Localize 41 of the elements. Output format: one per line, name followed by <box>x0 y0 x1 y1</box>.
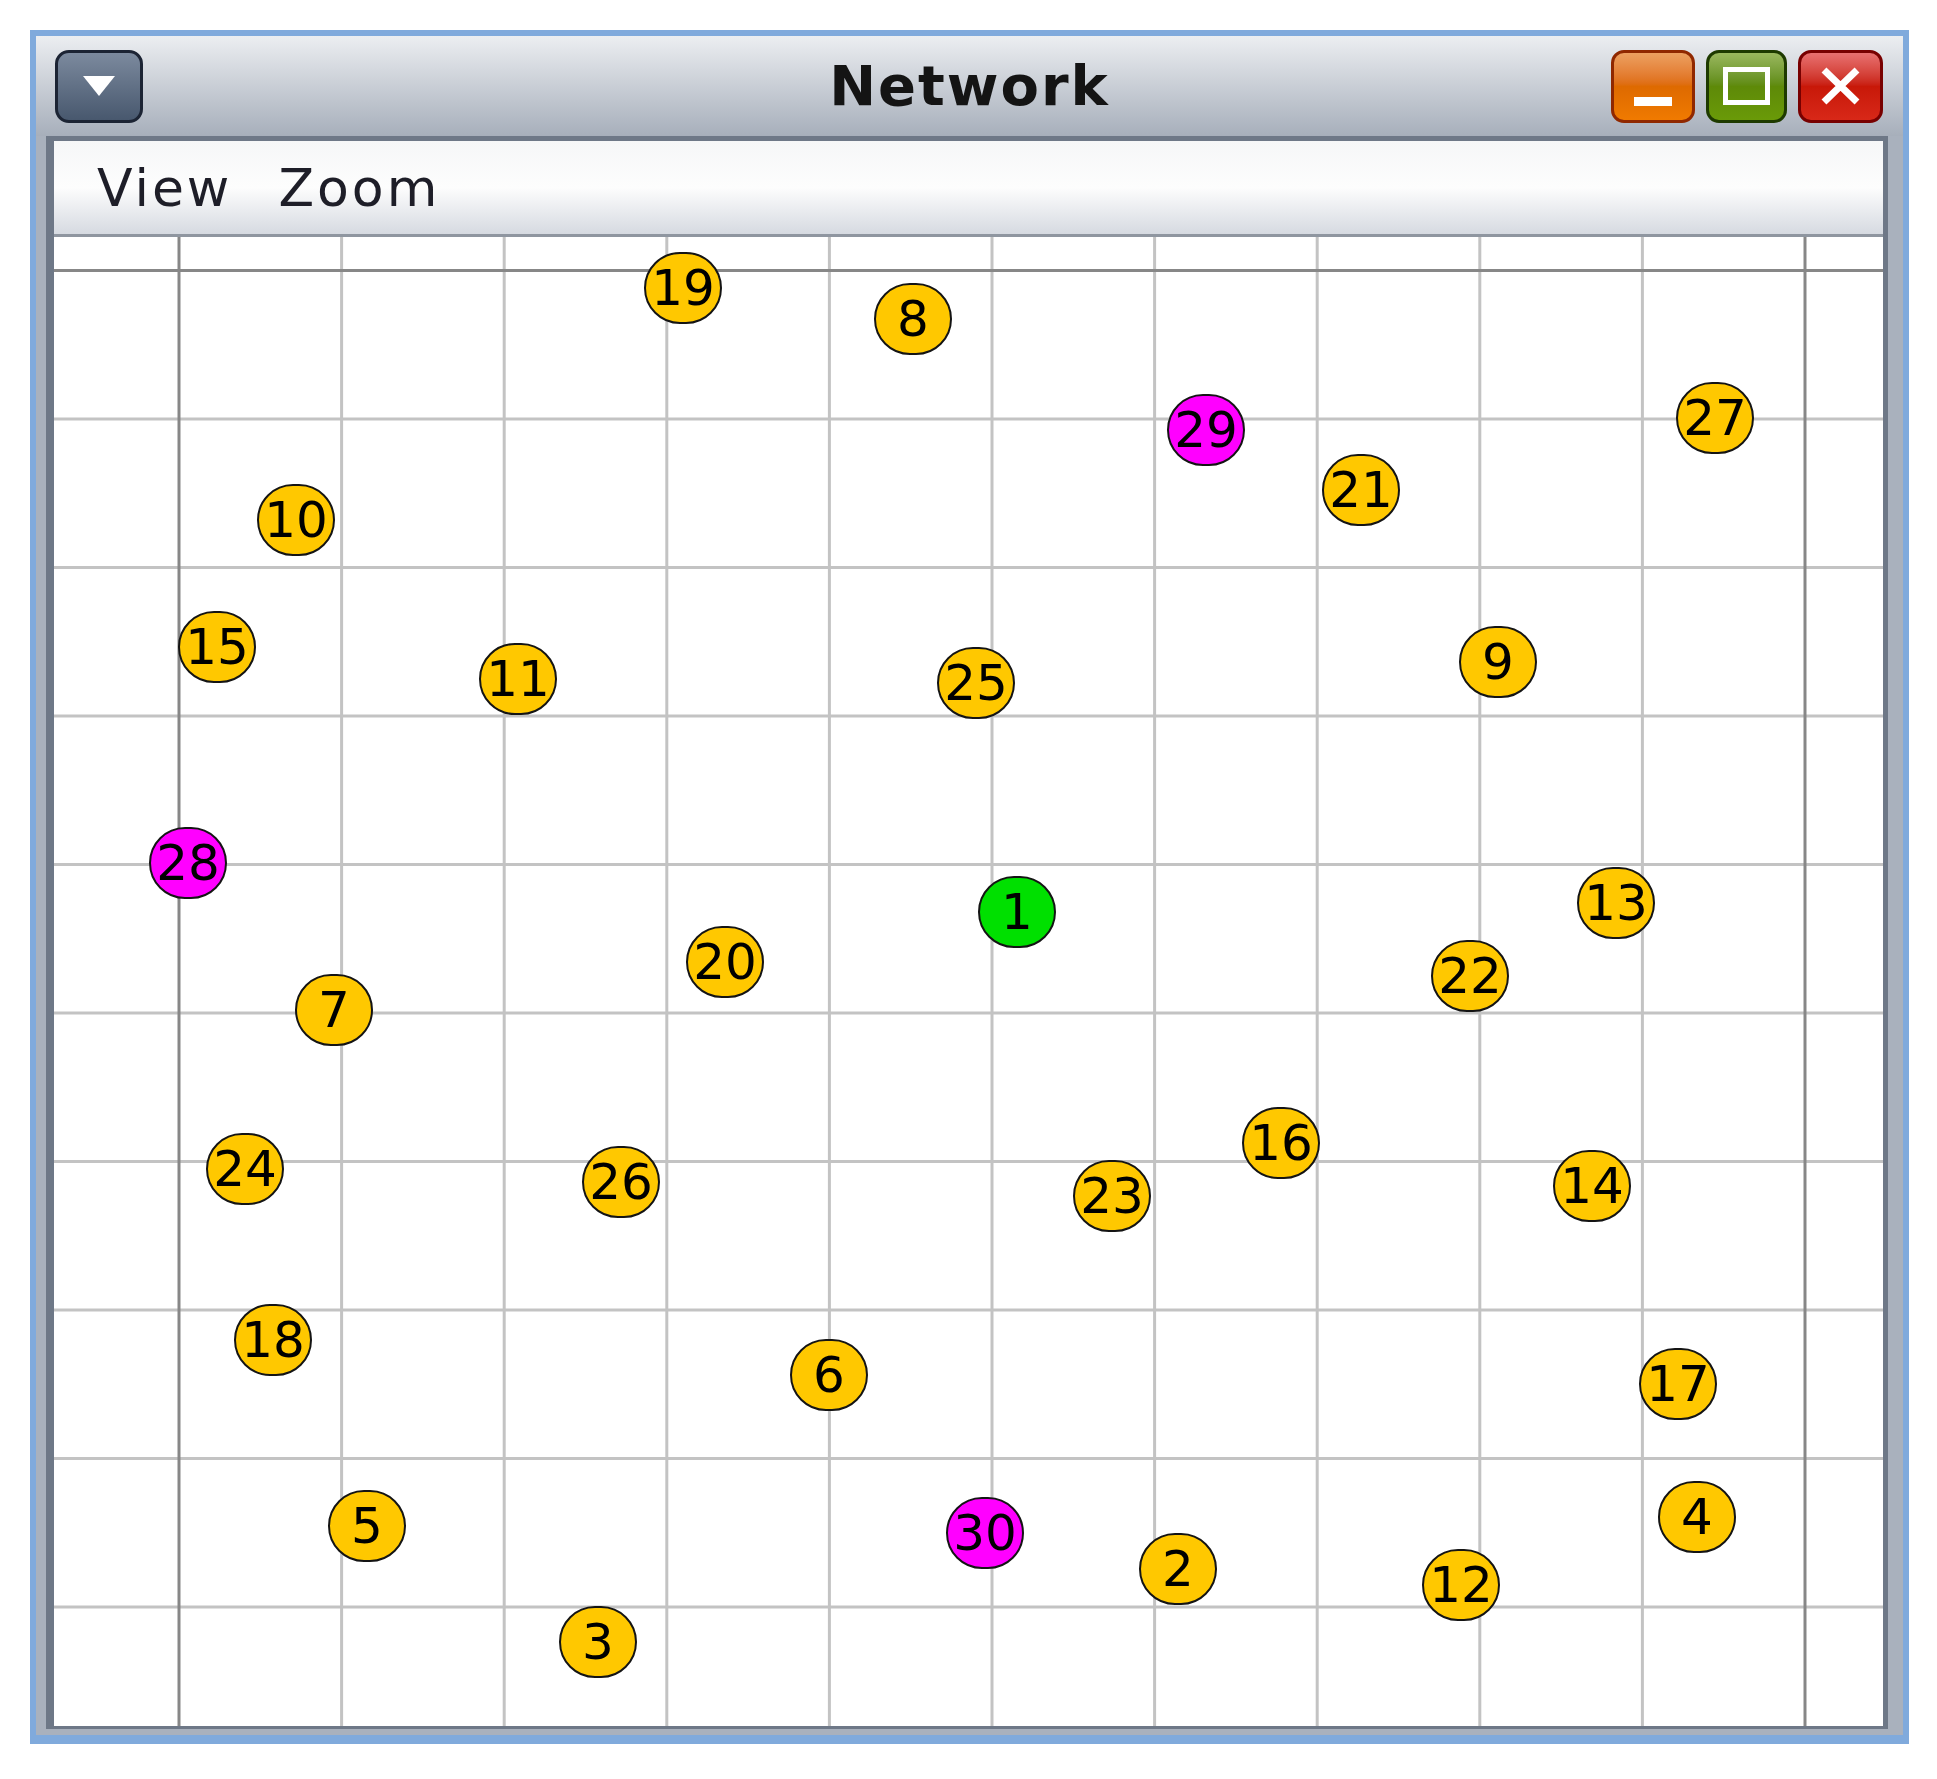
network-node: 30 <box>946 1497 1024 1569</box>
network-node: 14 <box>1553 1150 1631 1222</box>
network-node: 11 <box>479 643 557 715</box>
network-node: 4 <box>1658 1481 1736 1553</box>
network-node: 22 <box>1431 940 1509 1012</box>
network-node: 18 <box>234 1304 312 1376</box>
network-node: 2 <box>1139 1533 1217 1605</box>
network-node: 20 <box>686 926 764 998</box>
network-node: 1 <box>978 876 1056 948</box>
window-title: Network <box>829 58 1110 114</box>
network-node: 17 <box>1639 1348 1717 1420</box>
network-node: 5 <box>328 1490 406 1562</box>
close-button[interactable] <box>1798 49 1883 123</box>
maximize-icon <box>1723 67 1770 105</box>
network-node: 24 <box>206 1133 284 1205</box>
network-node: 6 <box>790 1339 868 1411</box>
menu-item[interactable]: Zoom <box>268 152 451 223</box>
network-node: 26 <box>582 1146 660 1218</box>
network-node: 28 <box>149 827 227 899</box>
maximize-button[interactable] <box>1706 49 1787 123</box>
network-node: 3 <box>559 1606 637 1678</box>
minimize-icon <box>1634 96 1672 106</box>
network-node: 13 <box>1577 867 1655 939</box>
network-node: 19 <box>644 252 722 324</box>
network-node: 16 <box>1242 1107 1320 1179</box>
network-node: 15 <box>178 611 256 683</box>
close-icon <box>1821 67 1860 105</box>
menu-item[interactable]: View <box>87 152 243 223</box>
network-node: 29 <box>1167 394 1245 466</box>
caret-down-icon <box>83 76 115 96</box>
network-node: 23 <box>1073 1160 1151 1232</box>
window-menu-button[interactable] <box>55 49 143 123</box>
network-node: 10 <box>257 484 335 556</box>
network-node: 21 <box>1322 454 1400 526</box>
network-node: 7 <box>295 974 373 1046</box>
minimize-button[interactable] <box>1611 49 1695 123</box>
network-node: 9 <box>1459 626 1537 698</box>
network-node: 12 <box>1422 1549 1500 1621</box>
network-node: 25 <box>937 647 1015 719</box>
network-node: 8 <box>874 283 952 355</box>
network-node: 27 <box>1676 382 1754 454</box>
